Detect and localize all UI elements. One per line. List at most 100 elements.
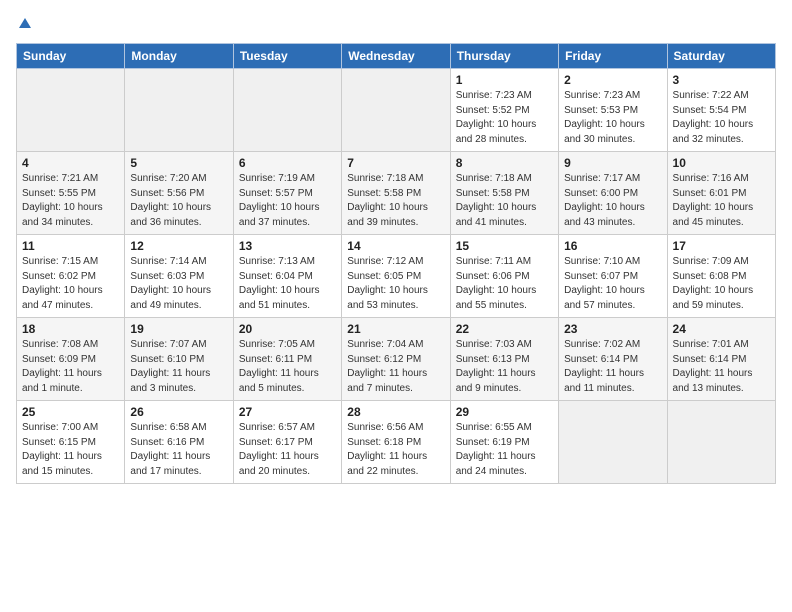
col-header-monday: Monday [125,44,233,69]
calendar-cell: 1 Sunrise: 7:23 AM Sunset: 5:52 PM Daylig… [450,69,558,152]
calendar-cell: 28 Sunrise: 6:56 AM Sunset: 6:18 PM Dayli… [342,401,450,484]
day-info: Sunrise: 7:08 AM Sunset: 6:09 PM Dayligh… [22,338,119,396]
logo-arrow-icon [18,16,32,30]
calendar-cell: 8 Sunrise: 7:18 AM Sunset: 5:58 PM Daylig… [450,152,558,235]
day-number: 19 [130,322,227,336]
day-number: 17 [673,239,770,253]
calendar-cell: 21 Sunrise: 7:04 AM Sunset: 6:12 PM Dayli… [342,318,450,401]
day-number: 25 [22,405,119,419]
day-info: Sunrise: 6:56 AM Sunset: 6:18 PM Dayligh… [347,421,444,479]
calendar-cell: 26 Sunrise: 6:58 AM Sunset: 6:16 PM Dayli… [125,401,233,484]
day-number: 28 [347,405,444,419]
day-info: Sunrise: 7:18 AM Sunset: 5:58 PM Dayligh… [456,172,553,230]
calendar-cell: 5 Sunrise: 7:20 AM Sunset: 5:56 PM Daylig… [125,152,233,235]
day-info: Sunrise: 7:19 AM Sunset: 5:57 PM Dayligh… [239,172,336,230]
day-info: Sunrise: 7:15 AM Sunset: 6:02 PM Dayligh… [22,255,119,313]
calendar-cell: 18 Sunrise: 7:08 AM Sunset: 6:09 PM Dayli… [17,318,125,401]
day-info: Sunrise: 7:02 AM Sunset: 6:14 PM Dayligh… [564,338,661,396]
day-number: 16 [564,239,661,253]
calendar-cell: 20 Sunrise: 7:05 AM Sunset: 6:11 PM Dayli… [233,318,341,401]
col-header-wednesday: Wednesday [342,44,450,69]
calendar-header-row: SundayMondayTuesdayWednesdayThursdayFrid… [17,44,776,69]
day-info: Sunrise: 7:23 AM Sunset: 5:53 PM Dayligh… [564,89,661,147]
calendar-cell [17,69,125,152]
day-info: Sunrise: 7:11 AM Sunset: 6:06 PM Dayligh… [456,255,553,313]
calendar-table: SundayMondayTuesdayWednesdayThursdayFrid… [16,43,776,484]
day-info: Sunrise: 7:03 AM Sunset: 6:13 PM Dayligh… [456,338,553,396]
logo [16,16,32,35]
col-header-tuesday: Tuesday [233,44,341,69]
day-number: 7 [347,156,444,170]
day-info: Sunrise: 7:05 AM Sunset: 6:11 PM Dayligh… [239,338,336,396]
day-number: 20 [239,322,336,336]
day-info: Sunrise: 7:12 AM Sunset: 6:05 PM Dayligh… [347,255,444,313]
day-info: Sunrise: 7:10 AM Sunset: 6:07 PM Dayligh… [564,255,661,313]
day-info: Sunrise: 7:17 AM Sunset: 6:00 PM Dayligh… [564,172,661,230]
day-number: 13 [239,239,336,253]
day-number: 5 [130,156,227,170]
col-header-thursday: Thursday [450,44,558,69]
calendar-cell: 9 Sunrise: 7:17 AM Sunset: 6:00 PM Daylig… [559,152,667,235]
day-number: 6 [239,156,336,170]
header [16,16,776,35]
day-number: 11 [22,239,119,253]
day-info: Sunrise: 7:18 AM Sunset: 5:58 PM Dayligh… [347,172,444,230]
calendar-cell: 14 Sunrise: 7:12 AM Sunset: 6:05 PM Dayli… [342,235,450,318]
day-number: 1 [456,73,553,87]
calendar-cell [342,69,450,152]
calendar-cell: 12Sunrise: 7:14 AM Sunset: 6:03 PM Dayli… [125,235,233,318]
day-info: Sunrise: 7:00 AM Sunset: 6:15 PM Dayligh… [22,421,119,479]
day-number: 24 [673,322,770,336]
day-number: 9 [564,156,661,170]
day-number: 3 [673,73,770,87]
calendar-cell: 16 Sunrise: 7:10 AM Sunset: 6:07 PM Dayli… [559,235,667,318]
calendar-cell: 22 Sunrise: 7:03 AM Sunset: 6:13 PM Dayli… [450,318,558,401]
day-number: 15 [456,239,553,253]
col-header-saturday: Saturday [667,44,775,69]
calendar-cell: 3Sunrise: 7:22 AM Sunset: 5:54 PM Daylig… [667,69,775,152]
calendar-cell [667,401,775,484]
calendar-cell: 29Sunrise: 6:55 AM Sunset: 6:19 PM Dayli… [450,401,558,484]
day-info: Sunrise: 7:01 AM Sunset: 6:14 PM Dayligh… [673,338,770,396]
calendar-cell: 4 Sunrise: 7:21 AM Sunset: 5:55 PM Daylig… [17,152,125,235]
day-number: 27 [239,405,336,419]
calendar-cell: 17Sunrise: 7:09 AM Sunset: 6:08 PM Dayli… [667,235,775,318]
day-info: Sunrise: 6:55 AM Sunset: 6:19 PM Dayligh… [456,421,553,479]
day-number: 8 [456,156,553,170]
day-info: Sunrise: 6:58 AM Sunset: 6:16 PM Dayligh… [130,421,227,479]
day-info: Sunrise: 7:21 AM Sunset: 5:55 PM Dayligh… [22,172,119,230]
calendar-week-row: 4 Sunrise: 7:21 AM Sunset: 5:55 PM Daylig… [17,152,776,235]
calendar-cell: 6 Sunrise: 7:19 AM Sunset: 5:57 PM Daylig… [233,152,341,235]
day-number: 10 [673,156,770,170]
day-number: 18 [22,322,119,336]
calendar-cell: 15 Sunrise: 7:11 AM Sunset: 6:06 PM Dayli… [450,235,558,318]
col-header-friday: Friday [559,44,667,69]
day-number: 14 [347,239,444,253]
col-header-sunday: Sunday [17,44,125,69]
day-number: 23 [564,322,661,336]
day-number: 26 [130,405,227,419]
calendar-cell: 2Sunrise: 7:23 AM Sunset: 5:53 PM Daylig… [559,69,667,152]
calendar-week-row: 11 Sunrise: 7:15 AM Sunset: 6:02 PM Dayli… [17,235,776,318]
calendar-cell [233,69,341,152]
day-info: Sunrise: 7:07 AM Sunset: 6:10 PM Dayligh… [130,338,227,396]
calendar-cell: 19 Sunrise: 7:07 AM Sunset: 6:10 PM Dayli… [125,318,233,401]
day-info: Sunrise: 7:23 AM Sunset: 5:52 PM Dayligh… [456,89,553,147]
calendar-cell [125,69,233,152]
calendar-cell [559,401,667,484]
calendar-cell: 13Sunrise: 7:13 AM Sunset: 6:04 PM Dayli… [233,235,341,318]
day-number: 4 [22,156,119,170]
day-info: Sunrise: 7:20 AM Sunset: 5:56 PM Dayligh… [130,172,227,230]
day-number: 22 [456,322,553,336]
calendar-week-row: 18 Sunrise: 7:08 AM Sunset: 6:09 PM Dayli… [17,318,776,401]
day-info: Sunrise: 7:04 AM Sunset: 6:12 PM Dayligh… [347,338,444,396]
calendar-cell: 24 Sunrise: 7:01 AM Sunset: 6:14 PM Dayli… [667,318,775,401]
calendar-cell: 23 Sunrise: 7:02 AM Sunset: 6:14 PM Dayli… [559,318,667,401]
day-info: Sunrise: 6:57 AM Sunset: 6:17 PM Dayligh… [239,421,336,479]
calendar-week-row: 25 Sunrise: 7:00 AM Sunset: 6:15 PM Dayli… [17,401,776,484]
day-info: Sunrise: 7:16 AM Sunset: 6:01 PM Dayligh… [673,172,770,230]
calendar-cell: 25 Sunrise: 7:00 AM Sunset: 6:15 PM Dayli… [17,401,125,484]
day-number: 21 [347,322,444,336]
calendar-week-row: 1 Sunrise: 7:23 AM Sunset: 5:52 PM Daylig… [17,69,776,152]
calendar-cell: 10 Sunrise: 7:16 AM Sunset: 6:01 PM Dayli… [667,152,775,235]
